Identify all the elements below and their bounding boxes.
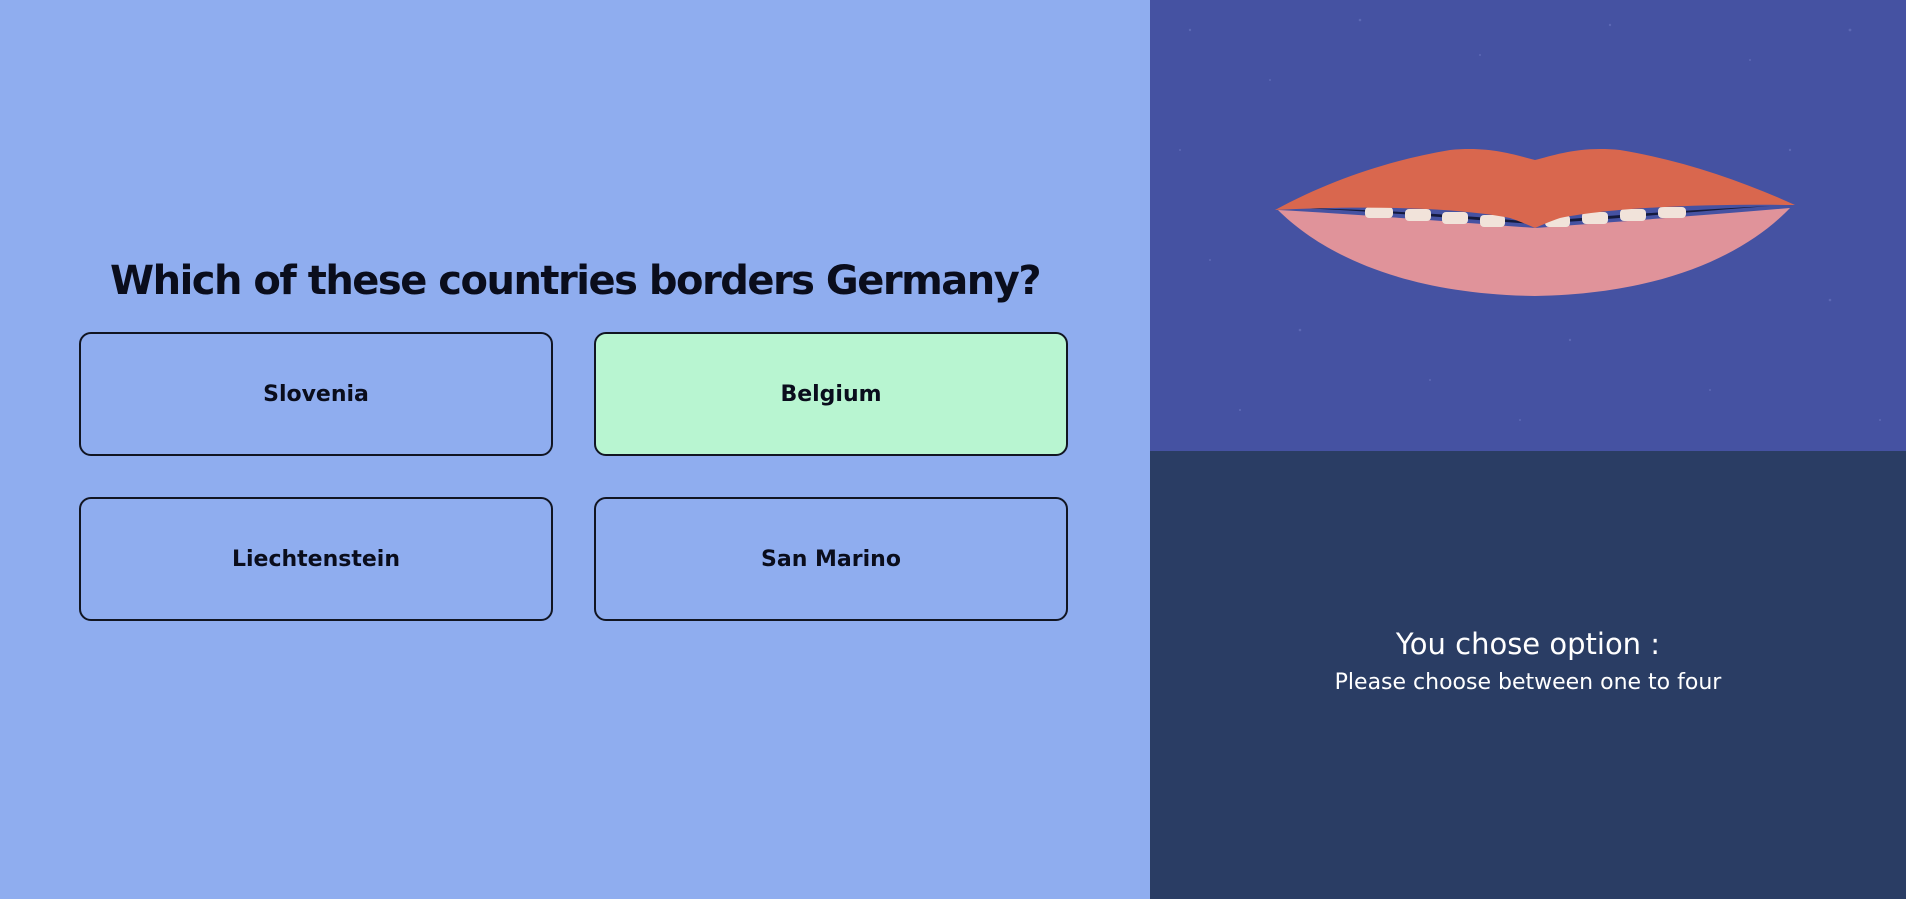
side-panel: You chose option : Please choose between…: [1150, 0, 1906, 899]
option-button-4[interactable]: San Marino: [594, 497, 1068, 621]
feedback-subtitle: Please choose between one to four: [1334, 670, 1722, 695]
option-button-2[interactable]: Belgium: [594, 332, 1068, 456]
feedback-panel: You chose option : Please choose between…: [1150, 451, 1906, 899]
illustration-panel: [1150, 0, 1906, 451]
quiz-panel: Which of these countries borders Germany…: [0, 0, 1150, 899]
question-heading: Which of these countries borders Germany…: [109, 258, 1042, 304]
quiz-app: Which of these countries borders Germany…: [0, 0, 1906, 899]
option-button-1[interactable]: Slovenia: [79, 332, 553, 456]
lips-icon: [1179, 18, 1881, 421]
feedback-title: You chose option :: [1395, 627, 1661, 661]
option-button-3[interactable]: Liechtenstein: [79, 497, 553, 621]
